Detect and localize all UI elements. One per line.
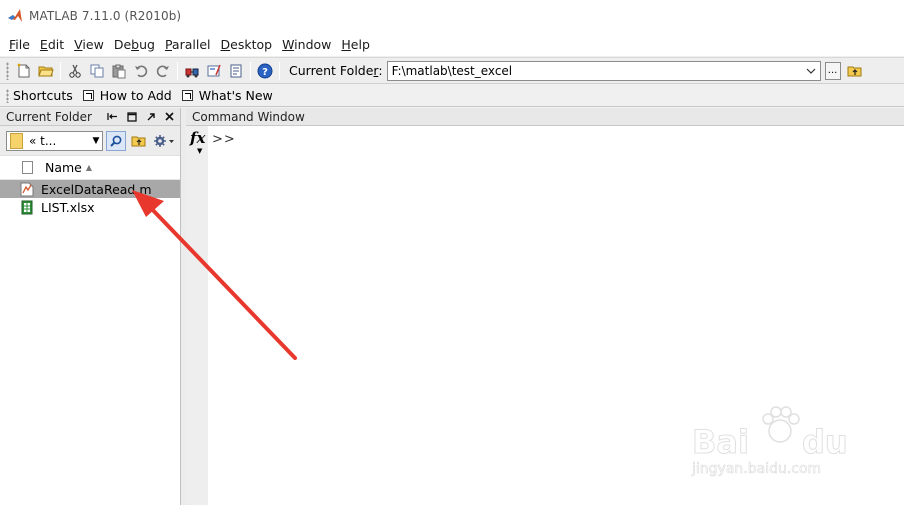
- file-name: LIST.xlsx: [41, 199, 95, 215]
- menu-edit[interactable]: Edit: [35, 37, 69, 52]
- svg-text:du: du: [802, 423, 848, 461]
- parent-folder-button[interactable]: [129, 131, 149, 151]
- profiler-button[interactable]: [225, 60, 247, 82]
- menu-debug[interactable]: Debug: [109, 37, 160, 52]
- parent-folder-button[interactable]: [844, 60, 866, 82]
- name-column-header[interactable]: Name ▲: [0, 156, 180, 180]
- simulink-button[interactable]: [181, 60, 203, 82]
- minimize-panel-icon[interactable]: [105, 109, 120, 124]
- folder-address-row: « t... ▼: [0, 126, 180, 156]
- undock-panel-icon[interactable]: [143, 109, 158, 124]
- shortcut-icon: [181, 90, 193, 101]
- guide-icon: [207, 64, 221, 76]
- matlab-logo-icon: [8, 9, 22, 22]
- help-button[interactable]: ?: [254, 60, 276, 82]
- window-title: MATLAB 7.11.0 (R2010b): [29, 9, 182, 23]
- folder-up-icon: [847, 66, 862, 76]
- redo-button[interactable]: [152, 60, 174, 82]
- main-toolbar: ? Current Folder: F:\matlab\test_excel .…: [0, 57, 904, 84]
- folder-actions-button[interactable]: [152, 131, 176, 151]
- file-name: ExcelDataRead.m: [41, 181, 152, 197]
- search-folder-button[interactable]: [106, 130, 126, 151]
- menu-file[interactable]: File: [4, 37, 35, 52]
- undo-icon: [135, 65, 148, 77]
- baidu-jingyan-wordmark-icon: Bai du: [692, 423, 849, 462]
- search-icon: [110, 135, 122, 147]
- panel-title: Command Window: [192, 109, 305, 124]
- file-type-column-icon: [22, 161, 33, 174]
- title-bar: MATLAB 7.11.0 (R2010b): [0, 0, 904, 32]
- toolbar-separator: [60, 61, 61, 80]
- gear-icon: [154, 134, 174, 147]
- shortcut-whats-new[interactable]: What's New: [181, 88, 273, 103]
- menu-help[interactable]: Help: [336, 37, 375, 52]
- folder-address-text: « t...: [29, 133, 57, 148]
- help-icon: ?: [257, 63, 273, 78]
- sort-ascending-icon: ▲: [85, 163, 93, 172]
- toolbar-separator: [250, 61, 251, 80]
- shortcut-how-to-add[interactable]: How to Add: [82, 88, 172, 103]
- menu-bar: File Edit View Debug Parallel Desktop Wi…: [0, 32, 904, 56]
- profiler-icon: [230, 64, 242, 77]
- svg-text:Bai: Bai: [692, 423, 749, 461]
- redo-icon: [156, 65, 169, 77]
- copy-button[interactable]: [86, 60, 108, 82]
- baidu-watermark: Bai du jingyan.baidu.com: [690, 405, 890, 495]
- cut-button[interactable]: [64, 60, 86, 82]
- chevron-down-icon[interactable]: [802, 62, 820, 80]
- shortcut-icon: [82, 90, 94, 101]
- toolbar-separator: [177, 61, 178, 80]
- panel-title: Current Folder: [6, 109, 92, 124]
- undo-button[interactable]: [130, 60, 152, 82]
- simulink-icon: [185, 68, 199, 77]
- shortcuts-bar: Shortcuts How to Add What's New: [0, 85, 904, 107]
- current-folder-combo[interactable]: F:\matlab\test_excel: [386, 60, 821, 81]
- new-file-button[interactable]: [13, 60, 35, 82]
- excel-file-icon: [21, 200, 33, 214]
- guide-button[interactable]: [203, 60, 225, 82]
- shortcuts-label[interactable]: Shortcuts: [13, 88, 73, 103]
- m-file-icon: [20, 182, 34, 196]
- current-folder-panel: Current Folder « t... ▼ Name ▲ ExcelData…: [0, 108, 181, 505]
- browse-folder-button[interactable]: ...: [824, 61, 841, 80]
- svg-text:?: ?: [262, 67, 268, 78]
- menu-parallel[interactable]: Parallel: [160, 37, 216, 52]
- folder-icon: [10, 132, 23, 149]
- close-icon[interactable]: [162, 109, 177, 124]
- current-folder-path[interactable]: F:\matlab\test_excel: [388, 64, 802, 78]
- file-row-exceldataread[interactable]: ExcelDataRead.m: [0, 180, 180, 198]
- name-column-label: Name: [45, 160, 82, 175]
- menu-view[interactable]: View: [69, 37, 109, 52]
- current-folder-panel-header: Current Folder: [0, 108, 180, 126]
- toolbar-separator: [279, 61, 280, 80]
- command-window-header: Command Window: [186, 108, 904, 126]
- menu-desktop[interactable]: Desktop: [216, 37, 278, 52]
- file-row-list-xlsx[interactable]: LIST.xlsx: [0, 198, 180, 216]
- copy-icon: [90, 64, 104, 77]
- function-browser-icon[interactable]: fx ▼: [190, 129, 205, 155]
- open-file-button[interactable]: [35, 60, 57, 82]
- current-folder-label: Current Folder:: [289, 63, 383, 78]
- maximize-panel-icon[interactable]: [124, 109, 139, 124]
- paste-icon: [112, 64, 126, 78]
- folder-address-combo[interactable]: « t... ▼: [6, 130, 103, 151]
- new-file-icon: [17, 63, 30, 77]
- dropdown-arrow-icon[interactable]: ▼: [90, 136, 102, 146]
- menu-window[interactable]: Window: [277, 37, 336, 52]
- watermark-url: jingyan.baidu.com: [692, 461, 822, 478]
- folder-up-icon: [131, 136, 146, 146]
- paste-button[interactable]: [108, 60, 130, 82]
- matlab-desktop: MATLAB 7.11.0 (R2010b) File Edit View De…: [0, 0, 904, 505]
- scissors-icon: [69, 64, 81, 78]
- command-window-gutter: fx ▼: [186, 126, 208, 505]
- shortcuts-grip[interactable]: [6, 88, 9, 103]
- toolbar-grip[interactable]: [6, 61, 9, 80]
- command-prompt[interactable]: >>: [212, 132, 236, 147]
- open-folder-icon: [38, 66, 54, 76]
